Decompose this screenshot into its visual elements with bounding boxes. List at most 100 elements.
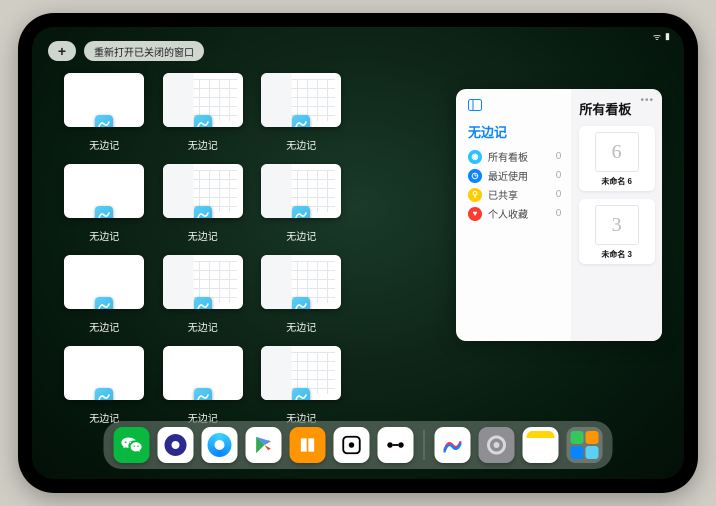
- freeform-icon: [95, 388, 113, 400]
- board-thumbnail: 6: [595, 132, 639, 172]
- dock-folder[interactable]: [567, 427, 603, 463]
- dock-recent-notes[interactable]: [523, 427, 559, 463]
- app-tile[interactable]: 无边记: [259, 255, 344, 334]
- battery-icon: ▮: [665, 31, 670, 42]
- nav-count: 0: [556, 208, 562, 219]
- app-tile-label: 无边记: [188, 228, 218, 243]
- freeform-icon: [194, 388, 212, 400]
- freeform-panel[interactable]: ••• 无边记 ◉ 所有看板 0 ◷ 最近使用 0 ⚲ 已共享 0 ♥ 个人收藏 0 所有看板 6 未命…: [456, 89, 662, 341]
- dock-recent-settings[interactable]: [479, 427, 515, 463]
- app-tile-label: 无边记: [286, 319, 316, 334]
- nav-label: 个人收藏: [488, 206, 528, 221]
- app-tile[interactable]: 无边记: [62, 73, 147, 152]
- freeform-icon: [292, 206, 310, 218]
- shared-icon: ⚲: [468, 188, 482, 202]
- nav-item-all[interactable]: ◉ 所有看板 0: [468, 147, 561, 166]
- board-thumbnail: 3: [595, 205, 639, 245]
- freeform-icon: [292, 388, 310, 400]
- freeform-icon: [95, 297, 113, 309]
- dock-app-wechat[interactable]: [114, 427, 150, 463]
- nav-count: 0: [556, 189, 562, 200]
- boards-title: 所有看板: [579, 99, 631, 118]
- dock-separator: [424, 430, 425, 460]
- panel-sidebar: 无边记 ◉ 所有看板 0 ◷ 最近使用 0 ⚲ 已共享 0 ♥ 个人收藏 0: [456, 89, 571, 341]
- all-icon: ◉: [468, 150, 482, 164]
- app-tile[interactable]: 无边记: [62, 255, 147, 334]
- app-switcher-grid: 无边记无边记无边记无边记无边记无边记无边记无边记无边记无边记无边记无边记: [62, 73, 442, 425]
- fav-icon: ♥: [468, 207, 482, 221]
- app-thumbnail: [261, 164, 341, 218]
- freeform-icon: [194, 297, 212, 309]
- app-thumbnail: [64, 255, 144, 309]
- folder-mini-icon: [571, 446, 584, 459]
- freeform-icon: [95, 115, 113, 127]
- app-tile[interactable]: 无边记: [62, 164, 147, 243]
- app-thumbnail: [163, 346, 243, 400]
- add-button[interactable]: +: [48, 41, 76, 61]
- dock-app-connect[interactable]: [378, 427, 414, 463]
- reopen-closed-button[interactable]: 重新打开已关闭的窗口: [84, 41, 204, 61]
- app-tile[interactable]: 无边记: [161, 346, 246, 425]
- nav-label: 最近使用: [488, 168, 528, 183]
- freeform-icon: [292, 297, 310, 309]
- app-tile[interactable]: 无边记: [259, 164, 344, 243]
- freeform-icon: [194, 206, 212, 218]
- folder-mini-icon: [571, 431, 584, 444]
- sidebar-toggle-icon[interactable]: [468, 99, 561, 114]
- app-thumbnail: [261, 255, 341, 309]
- app-tile[interactable]: 无边记: [259, 346, 344, 425]
- screen: ᯤ ▮ + 重新打开已关闭的窗口 无边记无边记无边记无边记无边记无边记无边记无边…: [32, 27, 684, 479]
- nav-label: 已共享: [488, 187, 518, 202]
- ipad-frame: ᯤ ▮ + 重新打开已关闭的窗口 无边记无边记无边记无边记无边记无边记无边记无边…: [18, 13, 698, 493]
- status-indicators: ᯤ ▮: [653, 30, 670, 43]
- nav-count: 0: [556, 170, 562, 181]
- app-tile[interactable]: 无边记: [259, 73, 344, 152]
- app-tile[interactable]: 无边记: [62, 346, 147, 425]
- wifi-icon: ᯤ: [653, 30, 661, 43]
- app-thumbnail: [163, 73, 243, 127]
- dock-app-dice[interactable]: [334, 427, 370, 463]
- folder-mini-icon: [586, 446, 599, 459]
- board-name: 未命名 6: [601, 176, 632, 187]
- app-thumbnail: [64, 164, 144, 218]
- board-card[interactable]: 3 未命名 3: [579, 199, 655, 264]
- app-thumbnail: [261, 346, 341, 400]
- freeform-icon: [194, 115, 212, 127]
- app-tile-label: 无边记: [286, 228, 316, 243]
- app-thumbnail: [64, 73, 144, 127]
- panel-title: 无边记: [468, 122, 561, 141]
- app-thumbnail: [163, 255, 243, 309]
- app-tile[interactable]: 无边记: [161, 255, 246, 334]
- app-tile-label: 无边记: [89, 228, 119, 243]
- dock-recent-freeform[interactable]: [435, 427, 471, 463]
- app-tile-label: 无边记: [188, 137, 218, 152]
- dock-app-books[interactable]: [290, 427, 326, 463]
- nav-item-shared[interactable]: ⚲ 已共享 0: [468, 185, 561, 204]
- dock-app-play[interactable]: [246, 427, 282, 463]
- app-tile-label: 无边记: [286, 137, 316, 152]
- nav-count: 0: [556, 151, 562, 162]
- nav-item-recent[interactable]: ◷ 最近使用 0: [468, 166, 561, 185]
- app-thumbnail: [64, 346, 144, 400]
- app-tile-label: 无边记: [89, 319, 119, 334]
- more-icon[interactable]: •••: [640, 95, 654, 106]
- dock-app-quark[interactable]: [158, 427, 194, 463]
- nav-label: 所有看板: [488, 149, 528, 164]
- app-thumbnail: [261, 73, 341, 127]
- freeform-icon: [95, 206, 113, 218]
- dock: [104, 421, 613, 469]
- nav-item-fav[interactable]: ♥ 个人收藏 0: [468, 204, 561, 223]
- toolbar: + 重新打开已关闭的窗口: [48, 41, 204, 61]
- app-tile-label: 无边记: [89, 137, 119, 152]
- app-tile[interactable]: 无边记: [161, 164, 246, 243]
- recent-icon: ◷: [468, 169, 482, 183]
- app-tile-label: 无边记: [188, 319, 218, 334]
- panel-boards: 所有看板 6 未命名 6 3 未命名 3: [571, 89, 662, 341]
- board-card[interactable]: 6 未命名 6: [579, 126, 655, 191]
- board-name: 未命名 3: [601, 249, 632, 260]
- dock-app-qqbrowser[interactable]: [202, 427, 238, 463]
- freeform-icon: [292, 115, 310, 127]
- folder-mini-icon: [586, 431, 599, 444]
- app-thumbnail: [163, 164, 243, 218]
- app-tile[interactable]: 无边记: [161, 73, 246, 152]
